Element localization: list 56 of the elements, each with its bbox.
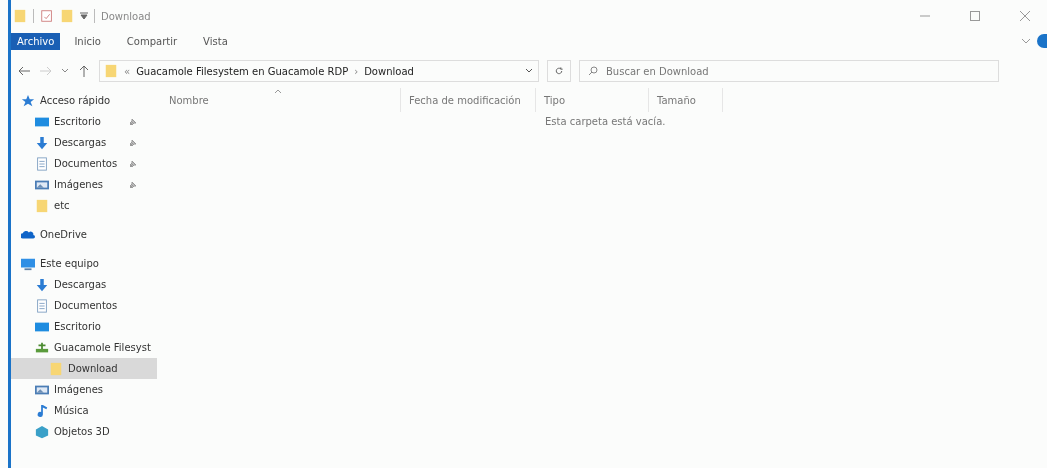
new-folder-icon[interactable] bbox=[60, 9, 74, 23]
sidebar-item[interactable]: Descargas bbox=[11, 274, 157, 295]
breadcrumb[interactable]: Guacamole Filesystem en Guacamole RDP bbox=[136, 65, 349, 77]
column-header[interactable]: Nombre bbox=[161, 88, 401, 112]
document-icon bbox=[35, 298, 49, 313]
ribbon-tab[interactable]: Vista bbox=[191, 32, 240, 50]
column-header[interactable]: Fecha de modificación bbox=[401, 88, 536, 112]
back-arrow-icon[interactable] bbox=[17, 64, 31, 78]
monitor-icon bbox=[21, 256, 35, 271]
down-arrow-icon bbox=[35, 135, 49, 150]
forward-arrow-icon[interactable] bbox=[39, 64, 53, 78]
breadcrumb-separator: « bbox=[124, 65, 131, 77]
sidebar-item[interactable]: etc bbox=[11, 195, 157, 216]
sidebar-item[interactable]: Objetos 3D bbox=[11, 421, 157, 442]
sidebar-item[interactable]: Download bbox=[11, 358, 157, 379]
refresh-icon[interactable] bbox=[547, 60, 571, 82]
sidebar-item[interactable]: Imágenes bbox=[11, 174, 157, 195]
network-drive-icon bbox=[35, 340, 49, 355]
ribbon-tab[interactable]: Archivo bbox=[11, 32, 61, 50]
sidebar-item[interactable]: Música bbox=[11, 400, 157, 421]
document-icon bbox=[35, 156, 49, 171]
down-arrow-icon bbox=[35, 277, 49, 292]
column-header[interactable]: Tamaño bbox=[649, 88, 723, 112]
ribbon-tab[interactable]: Inicio bbox=[62, 32, 113, 50]
properties-icon[interactable] bbox=[40, 9, 54, 23]
sidebar-item[interactable]: OneDrive bbox=[11, 224, 157, 245]
sidebar-item[interactable]: Acceso rápido bbox=[11, 90, 157, 111]
window-title: Download bbox=[101, 10, 151, 22]
sidebar-item[interactable]: Descargas bbox=[11, 132, 157, 153]
music-note-icon bbox=[35, 403, 49, 418]
cube-icon bbox=[35, 424, 49, 439]
folder-icon bbox=[104, 64, 118, 78]
column-header[interactable]: Tipo bbox=[536, 88, 649, 112]
sidebar-item[interactable]: Documentos bbox=[11, 153, 157, 174]
sidebar-item[interactable]: Imágenes bbox=[11, 379, 157, 400]
ribbon-tab[interactable]: Compartir bbox=[114, 32, 190, 50]
folder-icon bbox=[13, 9, 27, 23]
search-field[interactable]: Buscar en Download bbox=[579, 60, 999, 82]
star-icon bbox=[21, 93, 35, 108]
sidebar-item[interactable]: Escritorio bbox=[11, 111, 157, 132]
breadcrumb[interactable]: Download bbox=[364, 65, 414, 77]
up-arrow-icon[interactable] bbox=[77, 64, 91, 78]
chevron-icon[interactable] bbox=[61, 68, 69, 74]
breadcrumb-separator: › bbox=[354, 65, 359, 77]
address-bar[interactable]: « Guacamole Filesystem en Guacamole RDP › Download bbox=[99, 60, 539, 82]
folder-icon bbox=[35, 198, 49, 213]
search-icon bbox=[588, 66, 598, 76]
help-icon[interactable] bbox=[1037, 34, 1047, 48]
sidebar-item[interactable]: Este equipo bbox=[11, 253, 157, 274]
sidebar-item[interactable]: Guacamole Filesyst bbox=[11, 337, 157, 358]
dropdown-icon[interactable] bbox=[80, 12, 88, 20]
empty-folder-message: Esta carpeta está vacía. bbox=[545, 116, 667, 127]
folder-icon bbox=[49, 361, 63, 376]
sidebar-item[interactable]: Documentos bbox=[11, 295, 157, 316]
sort-caret-icon bbox=[274, 88, 282, 94]
sidebar-item[interactable]: Escritorio bbox=[11, 316, 157, 337]
